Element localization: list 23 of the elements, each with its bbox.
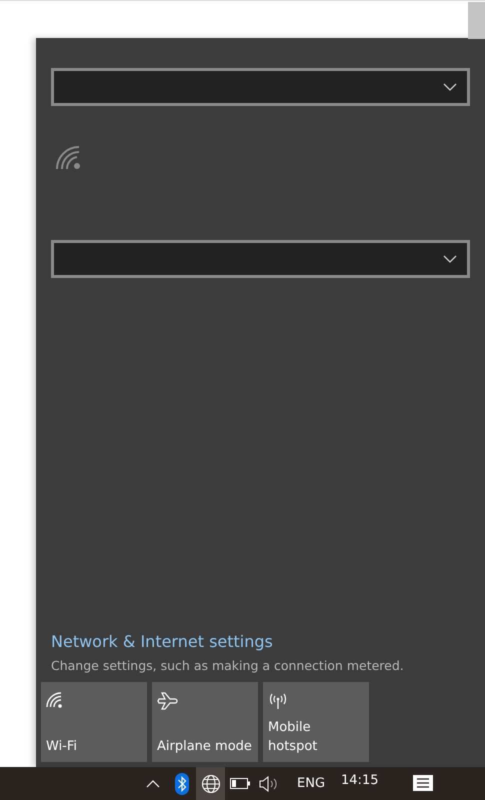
settings-link[interactable]: Network & Internet settings <box>51 632 470 652</box>
bluetooth-icon <box>174 772 188 794</box>
volume-icon <box>258 776 278 792</box>
notification-icon[interactable] <box>412 774 434 794</box>
language-indicator[interactable]: ENG <box>297 776 326 791</box>
wifi-icon <box>46 692 64 708</box>
hotspot-icon <box>268 692 288 710</box>
dropdown[interactable] <box>51 68 470 106</box>
chevron-icon <box>146 780 160 788</box>
quick-action-tile[interactable]: Mobile hotspot <box>263 682 369 762</box>
quick-action-tile[interactable]: Wi-Fi <box>41 682 147 762</box>
scrollbar[interactable] <box>468 2 485 39</box>
settings-description: Change settings, such as making a connection metered. <box>51 658 405 674</box>
quick-action-tile[interactable]: Airplane mode <box>152 682 258 762</box>
airplane-icon <box>157 692 179 710</box>
wifi-icon <box>55 144 81 170</box>
battery-icon <box>230 778 250 789</box>
globe-icon <box>200 774 220 794</box>
caret-icon <box>443 83 457 91</box>
clock-time[interactable]: 14:15 <box>341 772 378 788</box>
dropdown[interactable] <box>51 240 470 278</box>
caret-icon <box>443 255 457 263</box>
tray-button[interactable] <box>196 767 225 800</box>
